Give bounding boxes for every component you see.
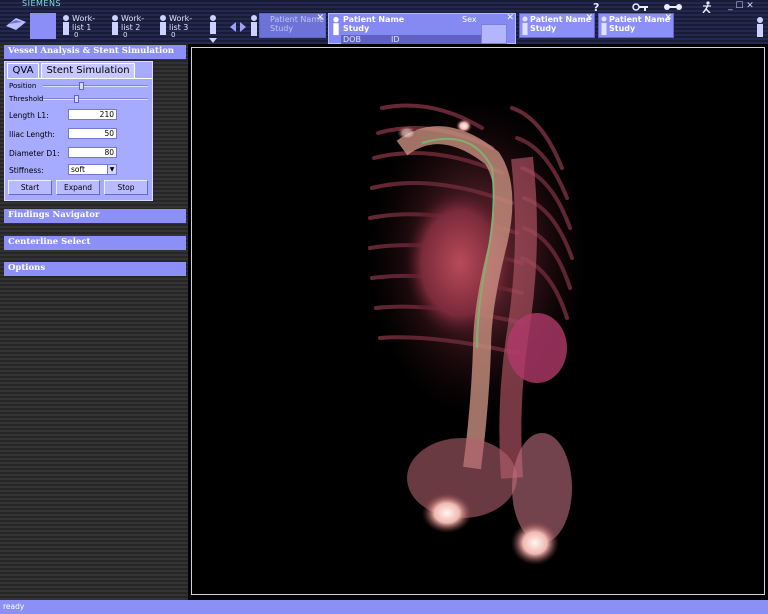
status-bar: ready — [0, 600, 768, 614]
patient-tab-3[interactable]: Patient Name Study ✕ — [598, 13, 674, 38]
iliac-length-input[interactable]: 50 — [68, 128, 117, 139]
expand-button[interactable]: Expand — [56, 180, 100, 195]
worklist-count: 0 — [171, 31, 176, 39]
stiffness-select[interactable]: soft ▼ — [68, 164, 117, 175]
patient-tab-2[interactable]: Patient Name Study ✕ — [519, 13, 595, 38]
patient-tab-active[interactable]: Patient Name Study Sex DOB ID ✕ — [328, 13, 516, 44]
iliac-length-label: Iliac Length: — [9, 130, 55, 139]
person-icon — [601, 16, 607, 35]
stop-button[interactable]: Stop — [104, 180, 148, 195]
person-icon — [112, 15, 118, 35]
threshold-slider-handle[interactable] — [74, 95, 79, 103]
tab-qva[interactable]: QVA — [7, 63, 39, 78]
person-icon[interactable] — [755, 16, 765, 38]
patient-tab-previous[interactable]: Patient Name Study ✕ — [259, 13, 326, 38]
position-slider[interactable] — [43, 85, 148, 87]
options-header[interactable]: Options — [4, 262, 186, 276]
worklist-count: 0 — [123, 31, 128, 39]
layout-icon[interactable] — [6, 16, 26, 30]
close-icon[interactable]: ✕ — [506, 13, 514, 23]
person-icon — [333, 16, 339, 36]
threshold-label: Threshold — [9, 95, 44, 103]
length-l1-label: Length L1: — [9, 111, 49, 120]
siemens-logo: SIEMENS — [22, 0, 62, 8]
window-controls[interactable]: _ ☐ ✕ — [728, 1, 754, 11]
top-bar: SIEMENS Work-list 1 0 Work-list 2 0 Work… — [0, 0, 768, 44]
stiffness-label: Stiffness: — [9, 166, 44, 175]
close-icon[interactable]: ✕ — [664, 13, 672, 23]
key-icon[interactable] — [632, 2, 648, 12]
volume-rendered-vessel-image[interactable] — [192, 48, 764, 594]
status-text: ready — [3, 602, 25, 611]
worklist-count: 0 — [74, 31, 79, 39]
worklist-2-tile[interactable]: Work-list 2 0 — [110, 13, 156, 39]
patient-dropdown-icon[interactable] — [206, 14, 220, 44]
position-slider-handle[interactable] — [79, 82, 84, 90]
help-icon[interactable]: ? — [593, 1, 599, 14]
person-icon — [63, 15, 69, 35]
person-icon — [522, 16, 528, 35]
dob-bar — [341, 35, 481, 44]
centerline-select-header[interactable]: Centerline Select — [4, 236, 186, 250]
start-button[interactable]: Start — [8, 180, 52, 195]
vessel-analysis-header[interactable]: Vessel Analysis & Stent Simulation — [4, 45, 186, 59]
dob-label: DOB — [343, 35, 361, 44]
position-label: Position — [9, 82, 37, 90]
diameter-d1-label: Diameter D1: — [9, 149, 60, 158]
length-l1-input[interactable]: 210 — [68, 109, 117, 120]
person-icon — [251, 15, 257, 36]
threshold-slider[interactable] — [43, 98, 148, 100]
worklist-1-tile[interactable]: Work-list 1 0 — [61, 13, 107, 39]
person-icon — [160, 15, 166, 35]
chevron-down-icon[interactable]: ▼ — [107, 165, 116, 174]
tab-stent-simulation[interactable]: Stent Simulation — [41, 63, 135, 78]
scroll-arrows-icon[interactable] — [230, 22, 246, 32]
id-label: ID — [391, 35, 400, 44]
wrench-icon[interactable] — [664, 2, 682, 12]
image-thumbnail[interactable] — [481, 24, 507, 44]
left-panel: Vessel Analysis & Stent Simulation QVA S… — [0, 44, 188, 600]
findings-navigator-header[interactable]: Findings Navigator — [4, 209, 186, 223]
worklist-3-tile[interactable]: Work-list 3 0 — [158, 13, 204, 39]
stent-simulation-panel: QVA Stent Simulation Position Threshold … — [4, 61, 153, 201]
walking-person-icon[interactable] — [700, 1, 714, 13]
close-icon[interactable]: ✕ — [585, 13, 593, 23]
diameter-d1-input[interactable]: 80 — [68, 147, 117, 158]
home-tile[interactable] — [30, 13, 56, 39]
sex-label: Sex — [462, 15, 477, 24]
close-icon[interactable]: ✕ — [316, 13, 324, 23]
image-viewport[interactable] — [191, 47, 765, 595]
